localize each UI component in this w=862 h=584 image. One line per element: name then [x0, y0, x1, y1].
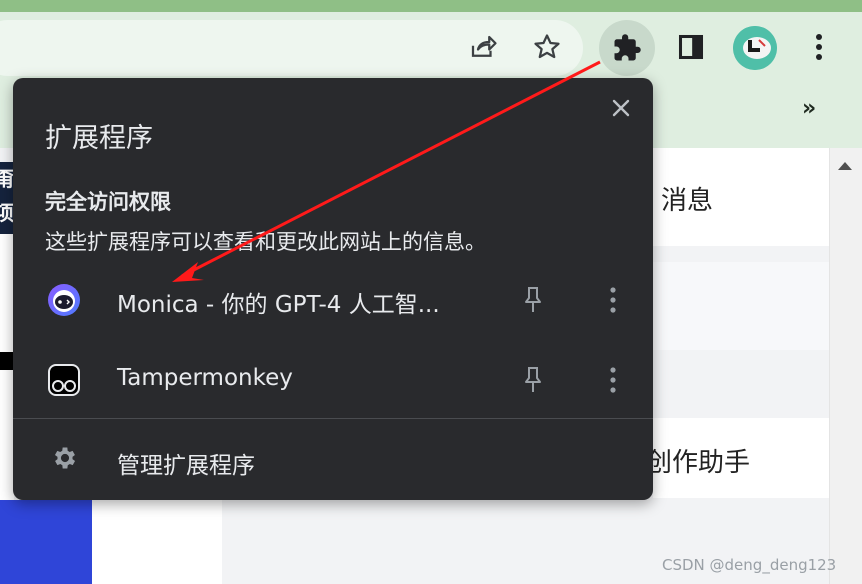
popup-divider: [13, 418, 653, 419]
bookmark-star-button[interactable]: [528, 28, 566, 66]
page-card: [653, 262, 829, 350]
manage-extensions-label[interactable]: 管理扩展程序: [117, 446, 255, 480]
tampermonkey-logo-icon: [48, 364, 80, 396]
page-left-text-2: 项: [0, 201, 14, 225]
page-column: [92, 500, 222, 584]
full-access-description: 这些扩展程序可以查看和更改此网站上的信息。: [45, 230, 486, 254]
puzzle-icon: [614, 34, 641, 61]
monica-logo-icon: [48, 284, 80, 316]
page-left-text-1: 甭: [0, 167, 14, 191]
profile-avatar-button[interactable]: [733, 26, 777, 70]
popup-title: 扩展程序: [45, 123, 153, 154]
star-icon: [534, 34, 560, 59]
create-assistant-link[interactable]: 创作助手: [646, 442, 750, 479]
side-panel-icon: [678, 34, 704, 60]
messages-link[interactable]: 消息: [661, 180, 713, 217]
bookmarks-more-button[interactable]: »: [802, 96, 832, 126]
extension-more-button[interactable]: [601, 363, 625, 397]
extension-name[interactable]: Tampermonkey: [117, 365, 293, 391]
pin-button[interactable]: [519, 283, 547, 317]
close-icon: [612, 99, 630, 117]
pin-icon: [525, 287, 541, 312]
page-left-panel: [0, 234, 14, 352]
extension-name[interactable]: Monica - 你的 GPT-4 人工智...: [117, 285, 440, 319]
extension-more-button[interactable]: [601, 283, 625, 317]
close-button[interactable]: [607, 94, 635, 122]
share-icon: [471, 35, 497, 57]
avatar: [733, 26, 777, 70]
manage-extensions-row[interactable]: 管理扩展程序: [13, 426, 653, 494]
page-left-blue-block: [0, 500, 92, 584]
side-panel-button[interactable]: [672, 28, 710, 66]
browser-menu-button[interactable]: [800, 28, 838, 66]
full-access-heading: 完全访问权限: [45, 190, 171, 214]
pin-button[interactable]: [519, 363, 547, 397]
scroll-up-arrow-icon[interactable]: [838, 162, 852, 170]
window-top-strip: [0, 0, 862, 12]
kebab-menu-icon: [816, 34, 822, 60]
pin-icon: [525, 367, 541, 392]
extensions-button[interactable]: [599, 20, 655, 76]
page-scrollbar[interactable]: [829, 148, 862, 584]
more-vertical-icon: [610, 287, 616, 313]
page-left-bar: [0, 352, 14, 370]
share-button[interactable]: [464, 28, 502, 66]
page-left-banner: 甭 项: [0, 162, 14, 234]
extensions-popup: 扩展程序 完全访问权限 这些扩展程序可以查看和更改此网站上的信息。 Monica…: [13, 78, 653, 500]
more-vertical-icon: [610, 367, 616, 393]
extension-row-tampermonkey[interactable]: Tampermonkey: [13, 343, 653, 415]
csdn-watermark: CSDN @deng_deng123: [662, 556, 837, 574]
gear-icon: [54, 447, 76, 469]
page-left-panel-2: [0, 370, 14, 500]
extension-row-monica[interactable]: Monica - 你的 GPT-4 人工智...: [13, 263, 653, 335]
